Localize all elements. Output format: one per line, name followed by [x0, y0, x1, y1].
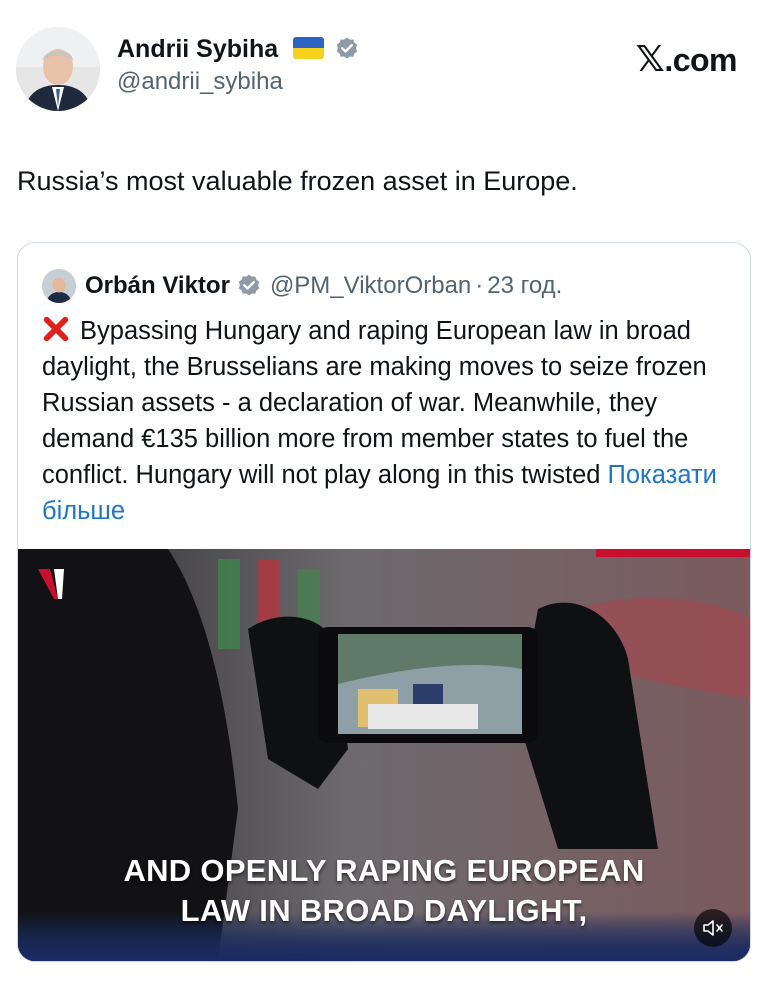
separator-dot: ·	[475, 272, 484, 299]
quoted-author-name[interactable]: Orbán Viktor	[85, 272, 230, 300]
author-name[interactable]: Andrii Sybiha	[117, 34, 278, 64]
x-logo: 𝕏.com	[635, 38, 738, 80]
video-caption: AND OPENLY RAPING EUROPEAN LAW IN BROAD …	[18, 851, 750, 931]
verified-badge-icon	[238, 274, 260, 296]
verified-badge-icon	[336, 37, 358, 59]
author-block: Andrii Sybiha @andrii_sybiha	[117, 34, 360, 96]
tweet-header: Andrii Sybiha @andrii_sybiha 𝕏.com	[0, 0, 767, 120]
tweet-text: Russia’s most valuable frozen asset in E…	[17, 166, 578, 196]
quoted-tweet-header: Orbán Viktor @PM_ViktorOrban · 23 год.	[42, 269, 562, 303]
quoted-tweet-video[interactable]: AND OPENLY RAPING EUROPEAN LAW IN BROAD …	[18, 549, 750, 961]
quoted-tweet-timestamp[interactable]: 23 год.	[487, 272, 562, 300]
speaker-muted-icon	[703, 920, 723, 936]
video-caption-line-1: AND OPENLY RAPING EUROPEAN	[123, 853, 645, 888]
quoted-author-handle[interactable]: @PM_ViktorOrban	[270, 272, 471, 300]
x-logo-mark: 𝕏	[635, 38, 665, 79]
red-cross-mark-icon	[43, 316, 69, 342]
author-avatar[interactable]	[16, 27, 100, 111]
author-handle[interactable]: @andrii_sybiha	[117, 68, 360, 96]
quoted-tweet-body: Bypassing Hungary and raping European la…	[42, 313, 732, 529]
video-caption-line-2: LAW IN BROAD DAYLIGHT,	[180, 893, 588, 928]
quoted-tweet-card[interactable]: Orbán Viktor @PM_ViktorOrban · 23 год. B…	[17, 242, 751, 962]
ukraine-flag-icon	[292, 37, 324, 59]
x-logo-text: .com	[664, 42, 737, 78]
quoted-author-avatar[interactable]	[42, 269, 76, 303]
mute-button[interactable]	[694, 909, 732, 947]
